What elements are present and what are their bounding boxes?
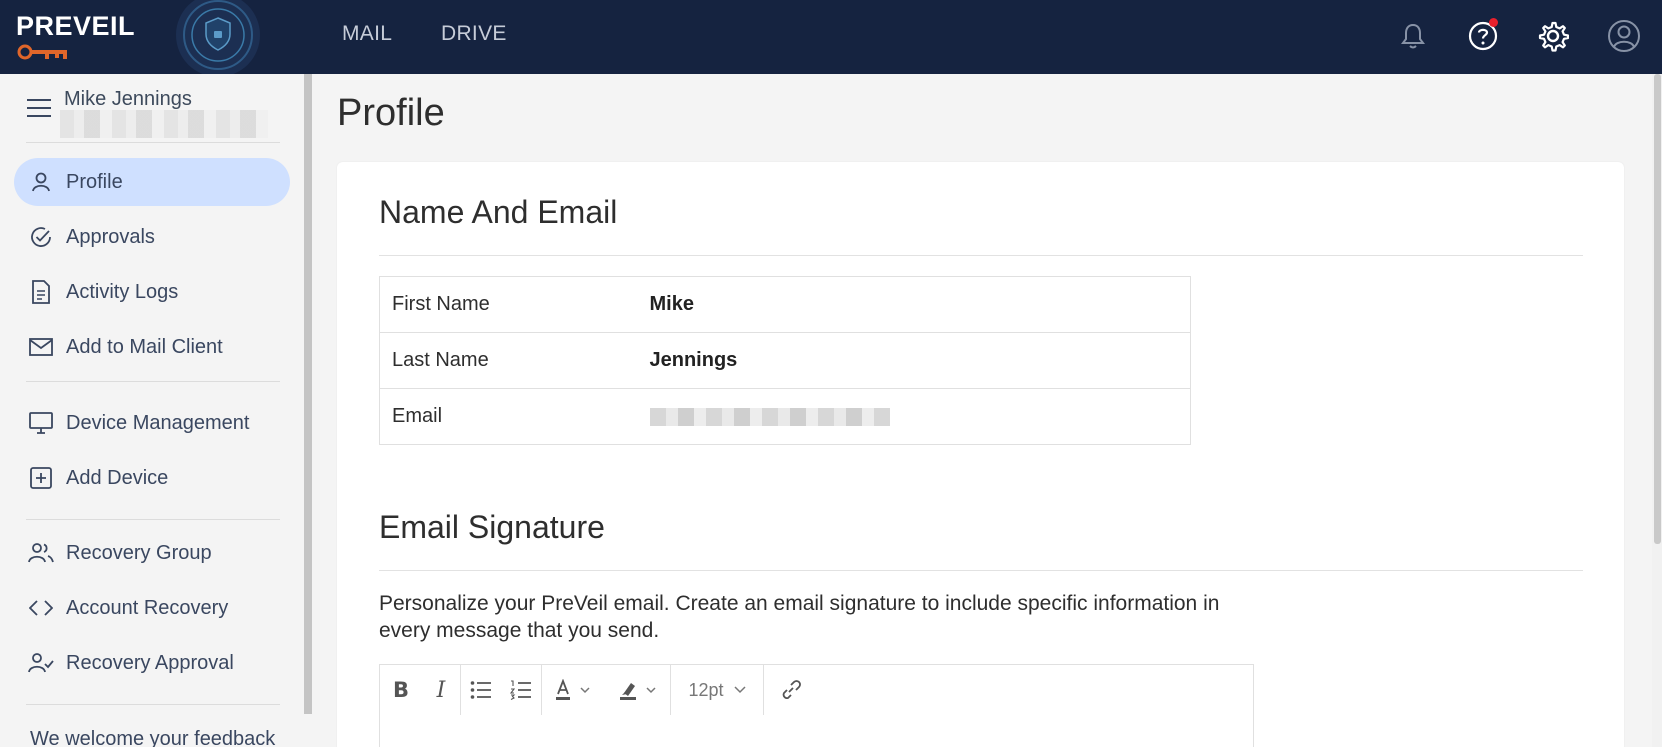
- divider: [26, 704, 280, 705]
- email-redacted: [649, 407, 890, 426]
- sidebar-item-recovery-group[interactable]: Recovery Group: [14, 529, 290, 577]
- page-title: Profile: [337, 92, 445, 134]
- table-row: First Name Mike: [379, 276, 1191, 333]
- section-divider: [379, 255, 1583, 256]
- last-name-value: Jennings: [649, 332, 1191, 389]
- sidebar-item-approvals[interactable]: Approvals: [14, 213, 290, 261]
- divider: [26, 381, 280, 382]
- sidebar-item-label: Profile: [66, 170, 123, 193]
- signature-description: Personalize your PreVeil email. Create a…: [379, 592, 1220, 642]
- sidebar-item-label: Account Recovery: [66, 596, 229, 619]
- editor-toolbar: B I 12pt: [380, 665, 818, 715]
- profile-card: Name And Email First Name Mike Last Name…: [337, 162, 1624, 747]
- first-name-label: First Name: [379, 276, 650, 333]
- hamburger-menu-icon[interactable]: [27, 98, 51, 118]
- table-row: Last Name Jennings: [379, 332, 1191, 389]
- user-email-redacted: [60, 110, 268, 138]
- nav-mail[interactable]: MAIL: [342, 22, 392, 46]
- insert-link-button[interactable]: [764, 665, 818, 715]
- bell-icon[interactable]: [1395, 18, 1431, 54]
- highlight-icon: [620, 683, 656, 700]
- sidebar-item-label: Add Device: [66, 466, 169, 489]
- section-divider: [379, 570, 1583, 571]
- name-email-table: First Name Mike Last Name Jennings Email: [379, 276, 1191, 445]
- text-color-button[interactable]: [542, 665, 606, 715]
- plus-square-icon: [28, 465, 54, 491]
- text-color-icon: [556, 679, 590, 700]
- divider: [26, 142, 280, 143]
- first-name-value: Mike: [649, 276, 1191, 333]
- shield-emblem-icon: [176, 0, 260, 77]
- preveil-logo[interactable]: PREVEIL: [16, 12, 136, 64]
- divider: [26, 519, 280, 520]
- bold-button[interactable]: B: [380, 665, 422, 715]
- sidebar-item-label: Activity Logs: [66, 280, 179, 303]
- sidebar-item-recovery-approval[interactable]: Recovery Approval: [14, 639, 290, 687]
- sidebar-item-label: Approvals: [66, 225, 155, 248]
- monitor-icon: [28, 410, 54, 436]
- document-icon: [28, 279, 54, 305]
- sidebar-item-activity-logs[interactable]: Activity Logs: [14, 268, 290, 316]
- bullet-list-button[interactable]: [461, 665, 501, 715]
- group-icon: [28, 540, 54, 566]
- code-icon: [28, 595, 54, 621]
- gear-icon[interactable]: [1535, 18, 1571, 54]
- check-circle-icon: [28, 224, 54, 250]
- email-value: [649, 388, 1191, 445]
- sidebar-item-device-management[interactable]: Device Management: [14, 399, 290, 447]
- notification-dot: [1489, 18, 1498, 27]
- font-size-value: 12pt: [688, 679, 724, 700]
- chevron-down-icon: [733, 686, 746, 694]
- signature-editor[interactable]: B I 12pt: [379, 664, 1254, 747]
- sidebar-scrollbar[interactable]: [304, 74, 312, 714]
- nav-drive[interactable]: DRIVE: [441, 22, 507, 46]
- sidebar-item-profile[interactable]: Profile: [14, 158, 290, 206]
- sidebar-item-label: Add to Mail Client: [66, 335, 223, 358]
- numbered-list-button[interactable]: [501, 665, 541, 715]
- section-title-email-signature: Email Signature: [379, 509, 605, 545]
- feedback-link[interactable]: We welcome your feedback: [30, 728, 275, 747]
- bullet-list-icon: [470, 681, 491, 699]
- numbered-list-icon: [510, 680, 531, 700]
- highlight-color-button[interactable]: [606, 665, 670, 715]
- sidebar-item-add-device[interactable]: Add Device: [14, 454, 290, 502]
- table-row: Email: [379, 388, 1191, 445]
- sidebar-item-label: Recovery Group: [66, 541, 212, 564]
- link-icon: [782, 680, 801, 699]
- help-icon[interactable]: [1465, 18, 1501, 54]
- top-bar: PREVEIL MAIL DRIVE: [0, 0, 1662, 77]
- account-icon[interactable]: [1606, 18, 1642, 54]
- italic-button[interactable]: I: [422, 665, 460, 715]
- sidebar-item-label: Recovery Approval: [66, 651, 234, 674]
- sidebar-item-add-to-mail-client[interactable]: Add to Mail Client: [14, 323, 290, 371]
- section-title-name-email: Name And Email: [379, 194, 618, 230]
- page-scrollbar-thumb[interactable]: [1654, 74, 1661, 544]
- last-name-label: Last Name: [379, 332, 650, 389]
- brand-name: PREVEIL: [16, 11, 136, 41]
- sidebar-item-account-recovery[interactable]: Account Recovery: [14, 584, 290, 632]
- email-label: Email: [379, 388, 650, 445]
- person-check-icon: [28, 650, 54, 676]
- person-icon: [28, 169, 54, 195]
- user-name: Mike Jennings: [64, 88, 192, 110]
- key-logo-icon: [17, 44, 67, 60]
- font-size-select[interactable]: 12pt: [671, 665, 763, 715]
- envelope-icon: [28, 334, 54, 360]
- sidebar: Mike Jennings Profile Approvals Activity…: [0, 74, 304, 747]
- sidebar-item-label: Device Management: [66, 411, 250, 434]
